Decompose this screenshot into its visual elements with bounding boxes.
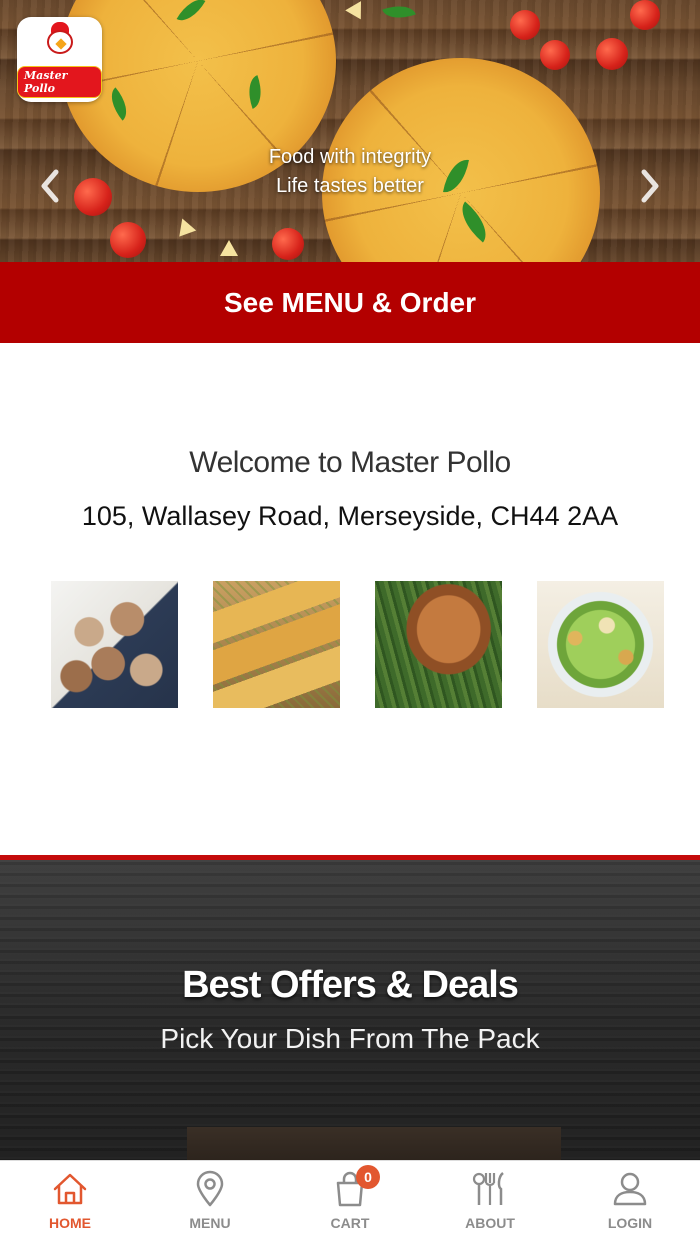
offers-title: Best Offers & Deals <box>182 964 519 1006</box>
logo-text: Master Pollo <box>17 65 102 98</box>
nav-login-label: LOGIN <box>607 1215 653 1231</box>
offer-card[interactable] <box>187 1127 561 1160</box>
dark-wood-background <box>0 860 700 1160</box>
nav-cart[interactable]: 0 CART <box>280 1161 420 1244</box>
tomato-decoration <box>272 228 304 260</box>
see-menu-order-button[interactable]: See MENU & Order <box>0 262 700 343</box>
location-pin-icon <box>196 1170 224 1207</box>
tomato-decoration <box>630 0 660 30</box>
nav-about-label: ABOUT <box>465 1215 515 1231</box>
hero-caption-line2: Life tastes better <box>276 175 424 197</box>
bottom-navigation: HOME MENU 0 CART ABOUT LOGIN <box>0 1160 700 1244</box>
nav-menu-label: MENU <box>189 1215 231 1231</box>
offers-subtitle: Pick Your Dish From The Pack <box>160 1023 540 1054</box>
tomato-decoration <box>596 38 628 70</box>
nav-cart-label: CART <box>330 1215 370 1231</box>
cart-count-badge: 0 <box>356 1165 380 1189</box>
nav-about[interactable]: ABOUT <box>420 1161 560 1244</box>
user-icon <box>613 1172 647 1206</box>
offers-section: Best Offers & Deals Pick Your Dish From … <box>0 855 700 1160</box>
nav-login[interactable]: LOGIN <box>560 1161 700 1244</box>
nav-menu[interactable]: MENU <box>140 1161 280 1244</box>
hero-caption-line1: Food with integrity <box>268 146 432 168</box>
home-icon <box>53 1173 87 1205</box>
hero-slider[interactable]: Master Pollo Food with integrity Life ta… <box>0 0 700 262</box>
rooster-icon <box>37 21 83 64</box>
chevron-right-icon[interactable] <box>638 168 662 204</box>
food-thumbnail-mushrooms[interactable] <box>51 581 178 708</box>
master-pollo-logo[interactable]: Master Pollo <box>17 17 102 102</box>
cheese-decoration <box>220 240 238 256</box>
utensils-icon <box>472 1172 504 1205</box>
restaurant-address: 105, Wallasey Road, Merseyside, CH44 2AA <box>81 501 619 531</box>
tomato-decoration <box>540 40 570 70</box>
chevron-left-icon[interactable] <box>38 168 62 204</box>
nav-home-label: HOME <box>49 1215 91 1231</box>
food-thumbnail-garlic-bread[interactable] <box>213 581 340 708</box>
food-thumbnail-caesar-salad[interactable] <box>537 581 664 708</box>
welcome-title: Welcome to Master Pollo <box>189 446 511 479</box>
nav-home[interactable]: HOME <box>0 1161 140 1244</box>
tomato-decoration <box>510 10 540 40</box>
food-thumbnail-grilled-salmon[interactable] <box>375 581 502 708</box>
tomato-decoration <box>110 222 146 258</box>
